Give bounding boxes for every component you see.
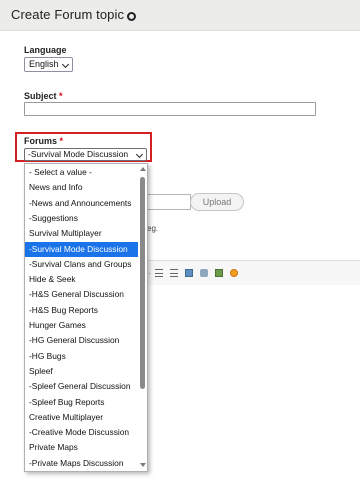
scroll-up-icon[interactable] (140, 167, 146, 171)
anchor-icon[interactable] (200, 269, 208, 277)
forum-option[interactable]: -Private Maps Discussion (25, 456, 138, 471)
toolbar-separator: · (148, 269, 151, 278)
forum-option[interactable]: News and Info (25, 180, 138, 195)
forum-option[interactable]: Creative Multiplayer (25, 410, 138, 425)
forum-option[interactable]: -HG General Discussion (25, 333, 138, 348)
subject-input[interactable] (24, 102, 316, 116)
forums-value: -Survival Mode Discussion (28, 149, 129, 159)
file-input[interactable] (146, 194, 191, 210)
forums-select[interactable]: -Survival Mode Discussion (24, 148, 147, 161)
forum-option[interactable]: Survival Multiplayer (25, 226, 138, 241)
picture-icon[interactable] (215, 269, 223, 277)
forum-option[interactable]: Hide & Seek (25, 272, 138, 287)
dropdown-scrollbar[interactable] (138, 164, 147, 471)
chevron-down-icon (135, 150, 144, 159)
forum-option[interactable]: Spleef (25, 364, 138, 379)
language-select[interactable]: English (24, 57, 73, 72)
forums-dropdown-list[interactable]: - Select a value - News and Info -News and… (24, 163, 148, 472)
forum-option[interactable]: Private Maps (25, 440, 138, 455)
forum-option[interactable]: -H&S General Discussion (25, 287, 138, 302)
required-mark: * (59, 136, 64, 146)
forum-option[interactable]: Hunger Games (25, 318, 138, 333)
language-value: English (29, 59, 59, 69)
language-label: Language (24, 45, 67, 55)
forum-option[interactable]: -H&S Bug Reports (25, 303, 138, 318)
forum-option[interactable]: -Spleef Bug Reports (25, 395, 138, 410)
bulleted-list-icon[interactable] (170, 269, 178, 277)
status-circle-icon (127, 12, 136, 21)
page-header: Create Forum topic (0, 0, 360, 31)
subject-label: Subject * (24, 91, 63, 101)
smiley-icon[interactable] (230, 269, 238, 277)
forums-label: Forums * (24, 136, 64, 146)
upload-hint-text: eg. (147, 224, 159, 233)
numbered-list-icon[interactable] (155, 269, 163, 277)
forum-option[interactable]: -Survival Clans and Groups (25, 257, 138, 272)
scrollbar-thumb[interactable] (140, 177, 145, 389)
forum-option[interactable]: -Survival Mode Discussion (25, 241, 138, 257)
chevron-down-icon (61, 60, 70, 69)
image-icon[interactable] (185, 269, 193, 277)
required-mark: * (59, 91, 63, 101)
upload-button[interactable]: Upload (190, 193, 244, 211)
page-title: Create Forum topic (11, 7, 125, 22)
forum-option[interactable]: -Spleef General Discussion (25, 379, 138, 394)
forum-option[interactable]: - Select a value - (25, 165, 138, 180)
scroll-down-icon[interactable] (140, 463, 146, 467)
forum-option[interactable]: -HG Bugs (25, 349, 138, 364)
forum-option[interactable]: -News and Announcements (25, 196, 138, 211)
forum-option[interactable]: -Creative Mode Discussion (25, 425, 138, 440)
editor-toolbar: · (146, 260, 360, 286)
forum-option[interactable]: -Suggestions (25, 211, 138, 226)
editor-body[interactable] (146, 285, 360, 480)
